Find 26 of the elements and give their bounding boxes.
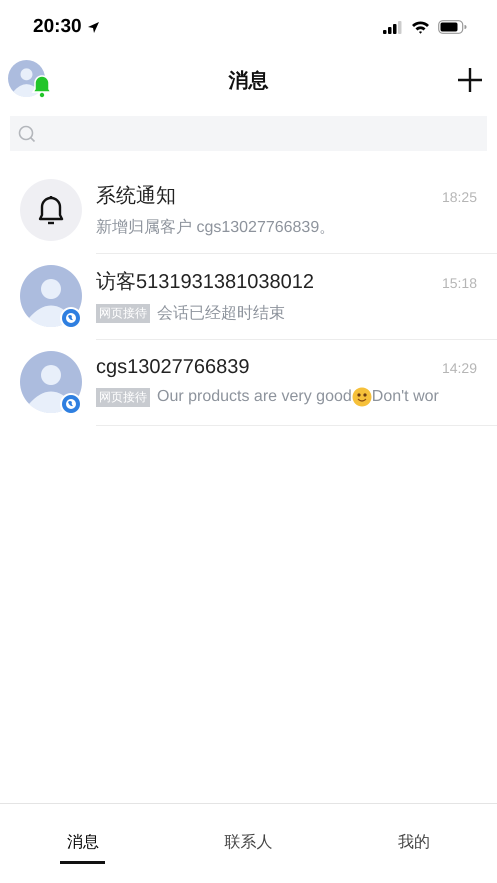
message-time: 15:18: [442, 274, 477, 290]
contact-name[interactable]: 系统通知: [96, 182, 176, 208]
smiley-icon: [352, 387, 372, 407]
signal-icon: [383, 20, 403, 34]
message-preview: 新增归属客户 cgs13027766839。: [96, 218, 336, 238]
message-preview: Our products are very good: [157, 388, 352, 406]
nav-tab[interactable]: 我的: [398, 832, 430, 852]
message-preview: 会话已经超时结束: [157, 304, 285, 324]
status-time: 20:30: [33, 16, 82, 38]
search-icon: [18, 124, 36, 142]
page-title: 消息: [228, 70, 268, 92]
nav-tab[interactable]: 联系人: [224, 832, 272, 852]
nav-tab[interactable]: 消息: [66, 832, 99, 852]
wifi-icon: [411, 20, 430, 34]
contact-name[interactable]: 访客5131931381038012: [96, 268, 314, 294]
globe-badge-icon: [60, 307, 82, 329]
message-time: 18:25: [442, 188, 477, 204]
bell-avatar: [20, 179, 82, 241]
location-arrow-icon: [86, 20, 100, 34]
globe-badge-icon: [60, 393, 82, 415]
plus-icon[interactable]: [457, 67, 483, 93]
contact-name[interactable]: cgs13027766839: [96, 356, 250, 379]
search-field[interactable]: [10, 116, 487, 151]
message-time: 14:29: [442, 360, 477, 376]
battery-icon: [438, 20, 467, 34]
message-preview: Don't wor: [372, 388, 439, 406]
